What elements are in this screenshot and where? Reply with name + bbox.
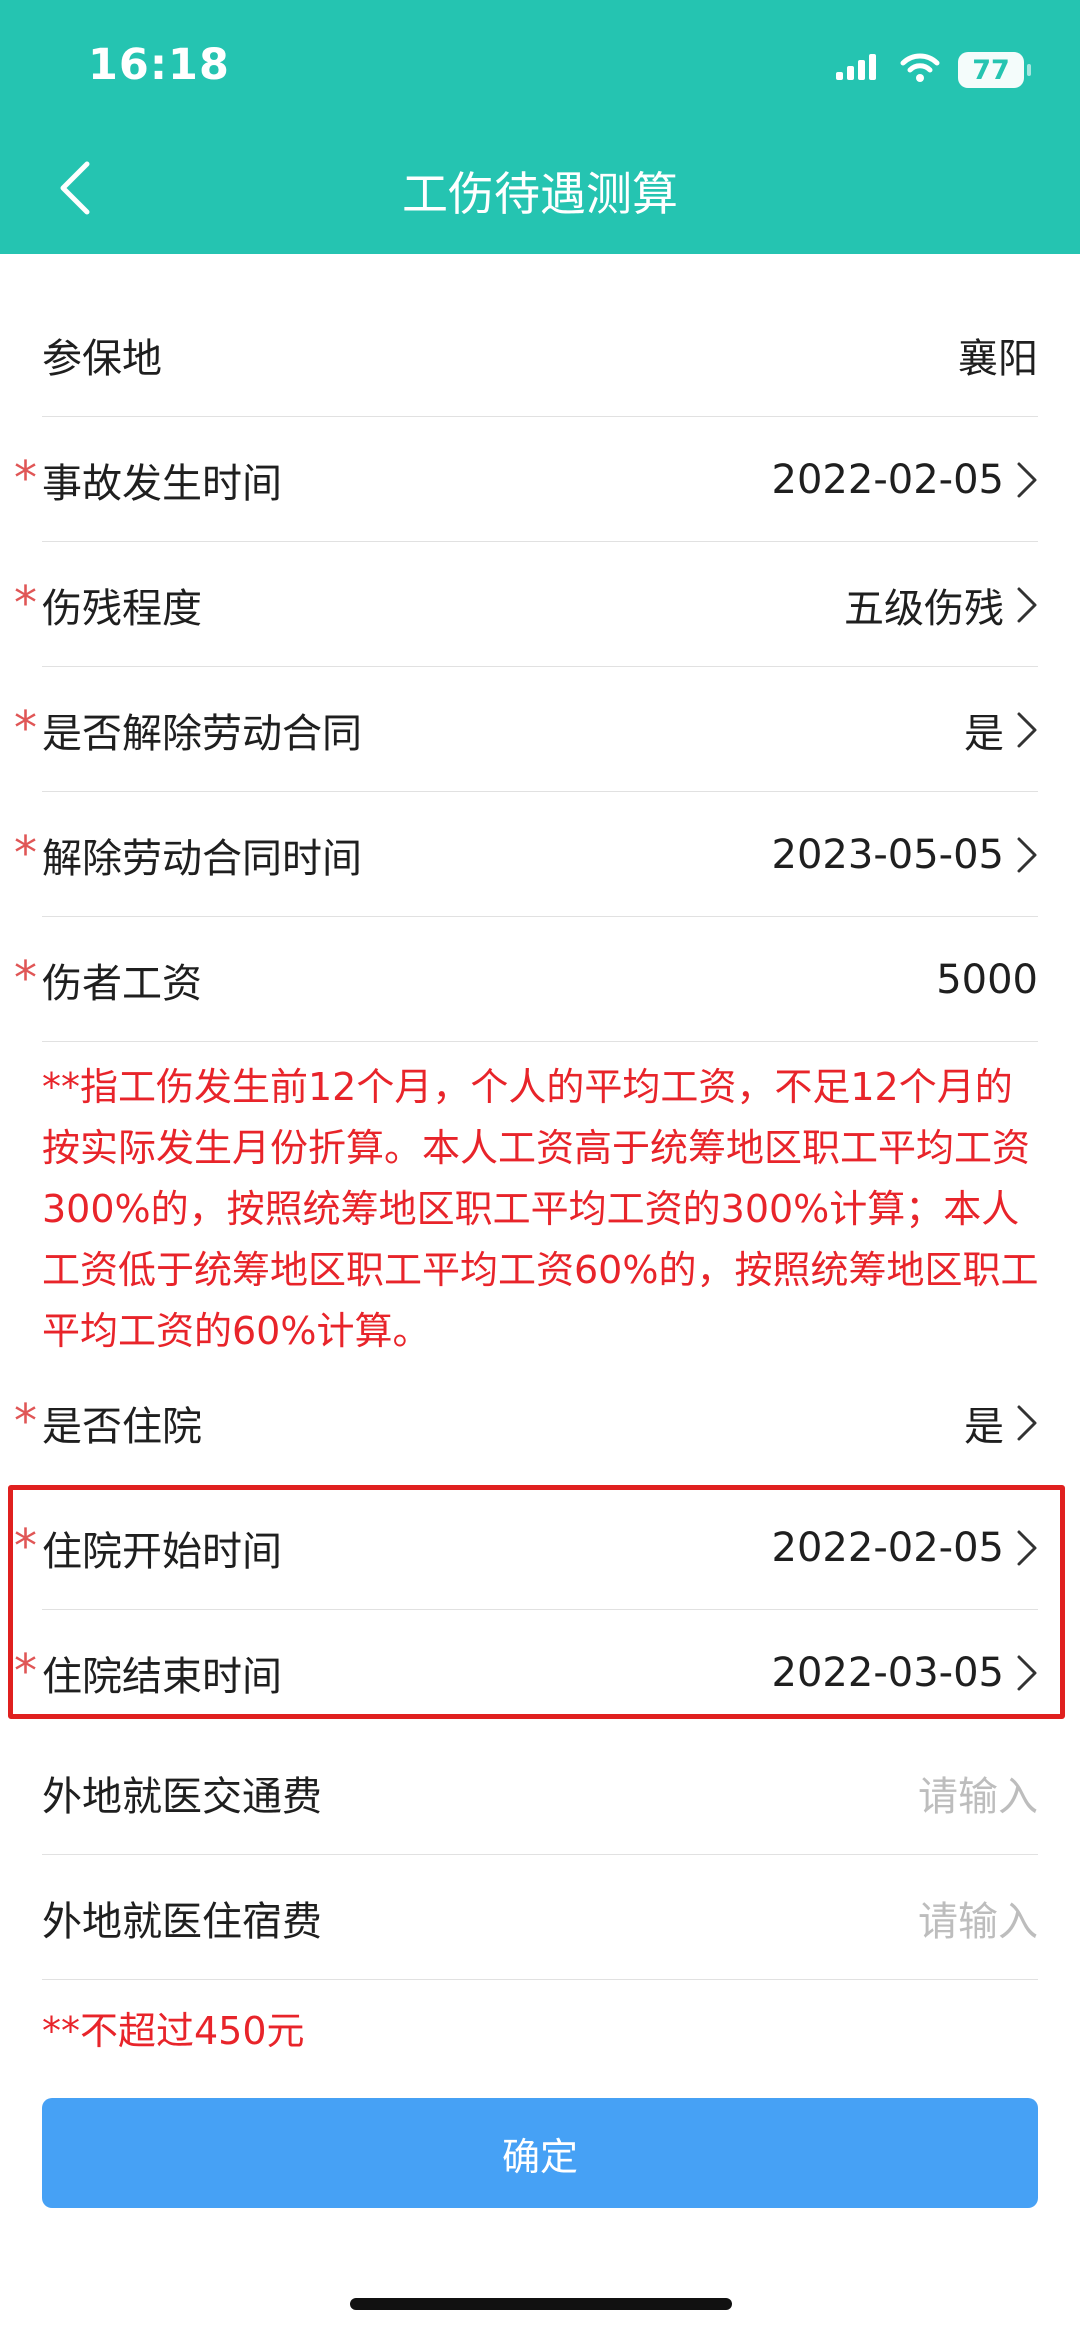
chevron-right-icon bbox=[1016, 1529, 1038, 1567]
confirm-button[interactable]: 确定 bbox=[42, 2098, 1038, 2208]
required-star: * bbox=[14, 1519, 37, 1573]
row-value: 2022-03-05 bbox=[771, 1649, 1004, 1696]
app-header: 16:18 77 工伤待遇测算 bbox=[0, 0, 1080, 254]
row-value-wrap: 是 bbox=[964, 667, 1038, 792]
row-accident-date[interactable]: * 事故发生时间 2022-02-05 bbox=[0, 417, 1080, 542]
chevron-right-icon bbox=[1016, 1404, 1038, 1442]
row-value-wrap: 2022-02-05 bbox=[772, 417, 1038, 542]
row-label: 是否住院 bbox=[42, 1403, 202, 1450]
required-star: * bbox=[14, 826, 37, 880]
row-disability-level[interactable]: * 伤残程度 五级伤残 bbox=[0, 542, 1080, 667]
row-label: 事故发生时间 bbox=[42, 460, 282, 507]
required-star: * bbox=[14, 951, 37, 1005]
row-value: 五级伤残 bbox=[844, 585, 1004, 632]
row-value-wrap: 是 bbox=[964, 1360, 1038, 1485]
required-star: * bbox=[14, 701, 37, 755]
row-value: 2022-02-05 bbox=[771, 456, 1004, 503]
wifi-icon bbox=[900, 52, 940, 88]
battery-level: 77 bbox=[972, 54, 1010, 86]
row-contract-termination-date[interactable]: * 解除劳动合同时间 2023-05-05 bbox=[0, 792, 1080, 917]
chevron-right-icon bbox=[1016, 586, 1038, 624]
divider bbox=[42, 1041, 1038, 1042]
row-label: 解除劳动合同时间 bbox=[42, 835, 362, 882]
row-value: 是 bbox=[964, 710, 1004, 757]
required-star: * bbox=[14, 576, 37, 630]
row-value-wrap: 五级伤残 bbox=[844, 542, 1038, 667]
row-label: 外地就医交通费 bbox=[42, 1773, 322, 1820]
chevron-right-icon bbox=[1016, 711, 1038, 749]
status-icons: 77 bbox=[836, 48, 1031, 92]
required-star: * bbox=[14, 451, 37, 505]
chevron-right-icon bbox=[1016, 1654, 1038, 1692]
required-star: * bbox=[14, 1394, 37, 1448]
row-value-wrap: 2023-05-05 bbox=[772, 792, 1038, 917]
row-value-wrap: 2022-02-05 bbox=[772, 1485, 1038, 1610]
lodging-fee-input[interactable]: 请输入 bbox=[918, 1855, 1038, 1980]
wage-input-value[interactable]: 5000 bbox=[936, 917, 1038, 1042]
row-label: 参保地 bbox=[42, 335, 162, 382]
row-label: 伤者工资 bbox=[42, 960, 202, 1007]
row-value: 是 bbox=[964, 1403, 1004, 1450]
status-time: 16:18 bbox=[88, 40, 230, 90]
row-contract-terminated[interactable]: * 是否解除劳动合同 是 bbox=[0, 667, 1080, 792]
row-remote-transport-fee[interactable]: 外地就医交通费 请输入 bbox=[0, 1730, 1080, 1855]
row-label: 伤残程度 bbox=[42, 585, 202, 632]
page-title: 工伤待遇测算 bbox=[402, 167, 678, 221]
wage-note: **指工伤发生前12个月，个人的平均工资，不足12个月的按实际发生月份折算。本人… bbox=[42, 1065, 1039, 1353]
home-indicator bbox=[350, 2298, 732, 2310]
row-injured-wage[interactable]: * 伤者工资 5000 bbox=[0, 917, 1080, 1042]
row-hospital-end-date[interactable]: * 住院结束时间 2022-03-05 bbox=[0, 1610, 1080, 1735]
transport-fee-input[interactable]: 请输入 bbox=[918, 1730, 1038, 1855]
required-star: * bbox=[14, 1644, 37, 1698]
row-label: 是否解除劳动合同 bbox=[42, 710, 362, 757]
row-hospitalized[interactable]: * 是否住院 是 bbox=[0, 1360, 1080, 1485]
row-value: 襄阳 bbox=[958, 335, 1038, 382]
chevron-right-icon bbox=[1016, 461, 1038, 499]
divider bbox=[42, 1979, 1038, 1980]
row-value: 2022-02-05 bbox=[771, 1524, 1004, 1571]
row-label: 住院开始时间 bbox=[42, 1528, 282, 1575]
row-remote-lodging-fee[interactable]: 外地就医住宿费 请输入 bbox=[0, 1855, 1080, 1980]
expense-note: **不超过450元 bbox=[42, 2009, 305, 2053]
chevron-right-icon bbox=[1016, 836, 1038, 874]
battery-icon: 77 bbox=[958, 52, 1031, 88]
row-label: 外地就医住宿费 bbox=[42, 1898, 322, 1945]
row-value-wrap: 2022-03-05 bbox=[772, 1610, 1038, 1735]
row-value: 2023-05-05 bbox=[771, 831, 1004, 878]
row-hospital-start-date[interactable]: * 住院开始时间 2022-02-05 bbox=[0, 1485, 1080, 1610]
row-label: 住院结束时间 bbox=[42, 1653, 282, 1700]
signal-icon bbox=[836, 52, 882, 88]
row-insured-location: 参保地 襄阳 bbox=[0, 292, 1080, 417]
